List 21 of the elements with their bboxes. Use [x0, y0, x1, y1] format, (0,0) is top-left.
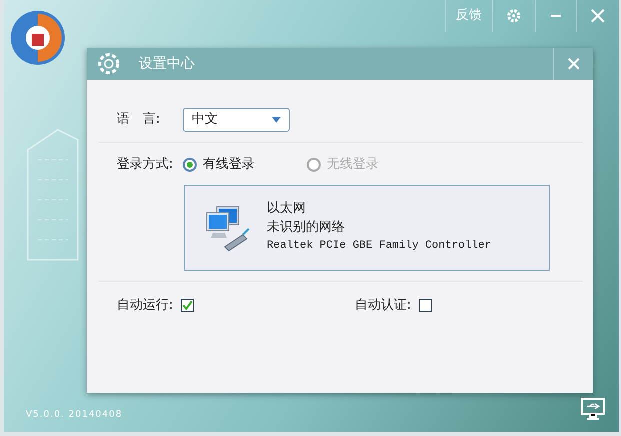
- adapter-description: Realtek PCIe GBE Family Controller: [267, 239, 492, 254]
- checkmark-icon: [182, 300, 194, 311]
- network-status: 未识别的网络: [267, 219, 346, 237]
- close-icon: [591, 9, 605, 23]
- option-label: 自动运行:: [117, 296, 174, 314]
- usb-monitor-icon[interactable]: [581, 398, 605, 420]
- login-option-radio[interactable]: 有线登录: [183, 155, 255, 174]
- option-checkbox[interactable]: [419, 298, 432, 312]
- close-icon: [568, 58, 580, 70]
- option-checkbox[interactable]: [181, 298, 194, 312]
- settings-icon: [507, 9, 521, 23]
- adapter-name: 以太网: [267, 200, 307, 218]
- minimize-icon: [550, 15, 562, 17]
- login-method-label: 登录方式:: [117, 156, 174, 174]
- dropdown-arrow-icon: [272, 117, 281, 123]
- language-label: 语 言:: [117, 111, 162, 130]
- option-label: 自动认证:: [355, 296, 412, 314]
- version-text: V5.0.0. 20140408: [26, 408, 123, 422]
- language-dropdown[interactable]: 中文: [183, 108, 290, 132]
- dialog-title: 设置中心: [139, 54, 195, 74]
- language-value: 中文: [192, 111, 218, 130]
